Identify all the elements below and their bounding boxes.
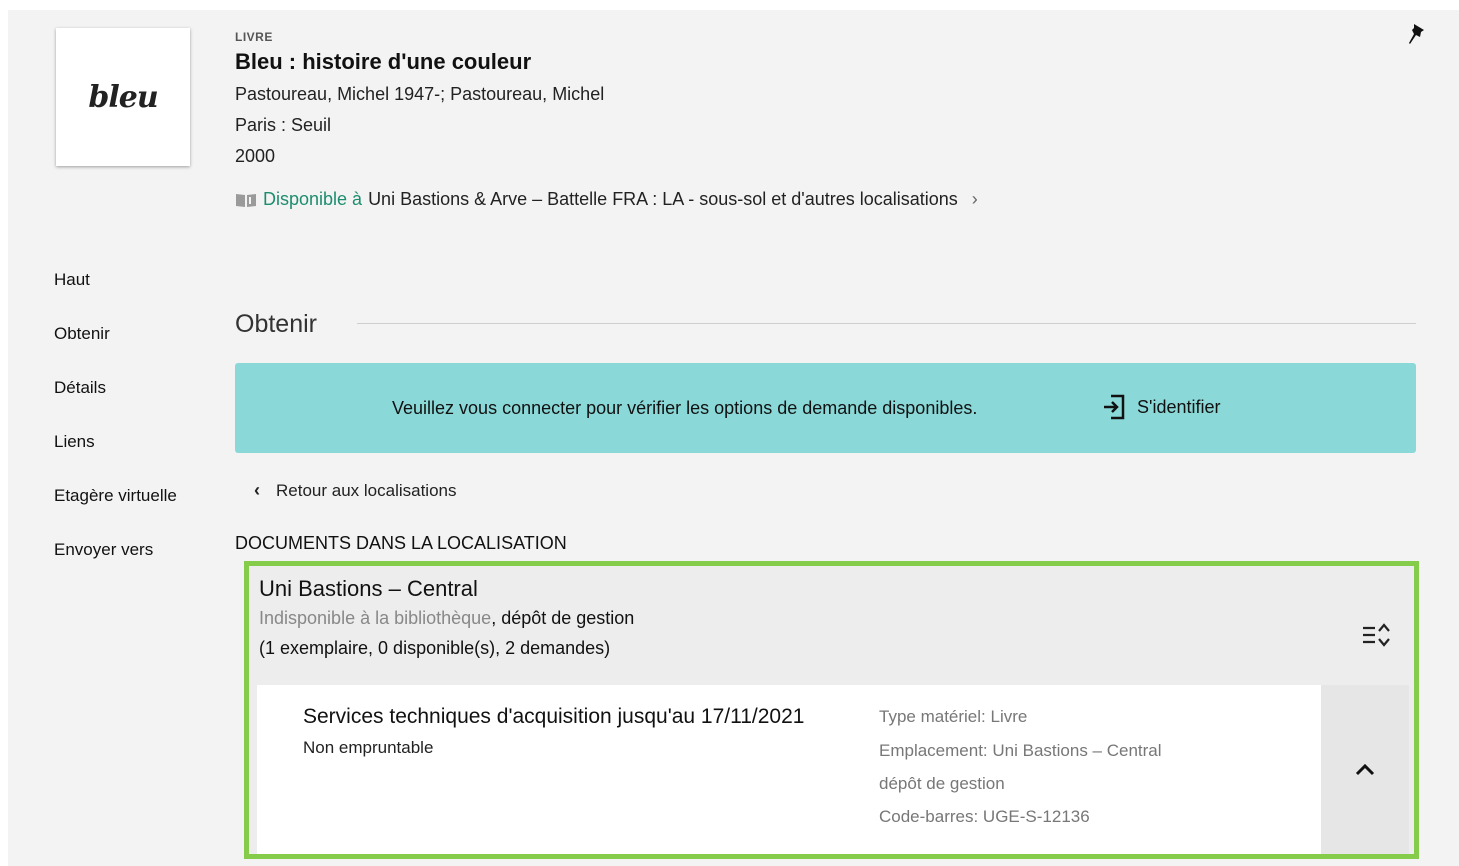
login-banner: Veuillez vous connecter pour vérifier le… — [235, 363, 1416, 453]
sidenav-item-envoyer-vers[interactable]: Envoyer vers — [54, 540, 153, 560]
signin-label: S'identifier — [1137, 396, 1221, 417]
sign-in-icon — [1104, 394, 1125, 420]
sidenav-item-etagere-virtuelle[interactable]: Etagère virtuelle — [54, 486, 177, 506]
record-type-label: LIVRE — [235, 30, 273, 44]
chevron-left-icon: ‹ — [254, 480, 260, 500]
cover-title: bleu — [88, 79, 158, 115]
record-publisher: Paris : Seuil — [235, 115, 332, 135]
availability-line[interactable]: Disponible à Uni Bastions & Arve – Batte… — [235, 189, 978, 210]
record-year: 2000 — [235, 146, 276, 166]
signin-button[interactable]: S'identifier — [1101, 393, 1220, 421]
section-title: Obtenir — [235, 310, 317, 338]
chevron-right-icon: › — [971, 189, 978, 209]
record-authors[interactable]: Pastoureau, Michel 1947-; Pastoureau, Mi… — [235, 84, 604, 105]
section-divider — [357, 323, 1416, 324]
sidenav-item-haut[interactable]: Haut — [54, 270, 90, 290]
record-title[interactable]: Bleu : histoire d'une couleur — [235, 49, 531, 75]
book-cover[interactable]: bleu — [56, 28, 190, 166]
sidenav-item-details[interactable]: Détails — [54, 378, 106, 398]
book-icon — [236, 193, 256, 207]
availability-location: Uni Bastions & Arve – Battelle FRA : LA … — [368, 189, 958, 209]
sidenav-item-obtenir[interactable]: Obtenir — [54, 324, 110, 344]
back-to-locations-link[interactable]: ‹ Retour aux localisations — [254, 480, 456, 501]
sidenav-item-liens[interactable]: Liens — [54, 432, 95, 452]
back-link-label: Retour aux localisations — [276, 480, 457, 500]
availability-status: Disponible à — [263, 189, 363, 209]
documents-header: DOCUMENTS DANS LA LOCALISATION — [235, 533, 567, 553]
pin-icon[interactable] — [1405, 22, 1429, 48]
login-message: Veuillez vous connecter pour vérifier le… — [392, 398, 978, 418]
highlight-frame — [244, 561, 1419, 859]
